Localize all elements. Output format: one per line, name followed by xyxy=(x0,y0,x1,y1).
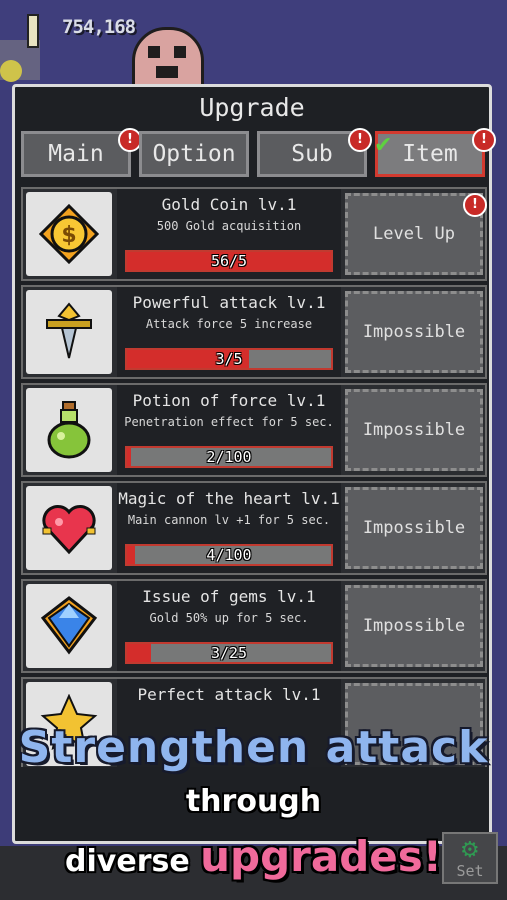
item-name: Potion of force lv.1 xyxy=(132,391,326,410)
svg-text:$: $ xyxy=(61,223,76,248)
tab-label: Sub xyxy=(291,141,333,167)
alert-badge-icon: ! xyxy=(463,193,487,217)
tab-bar: Main ! Option Sub ! ✔ Item ! xyxy=(21,128,496,179)
promo-line-3a: diverse xyxy=(65,844,201,879)
tab-option[interactable]: Option xyxy=(139,131,249,177)
upgrade-row-powerful-attack: Powerful attack lv.1 Attack force 5 incr… xyxy=(21,285,487,379)
item-description: Gold 50% up for 5 sec. xyxy=(149,611,309,625)
gem-icon xyxy=(40,596,98,655)
item-name: Gold Coin lv.1 xyxy=(161,195,297,214)
upgrade-list[interactable]: $ Gold Coin lv.1 500 Gold acquisition 56… xyxy=(21,187,487,767)
gold-coin-icon: $ xyxy=(39,204,99,264)
progress-bar: 4/100 xyxy=(125,544,333,566)
alert-badge-icon: ! xyxy=(348,128,372,152)
sword-icon xyxy=(46,302,92,359)
progress-text: 56/5 xyxy=(210,252,248,270)
impossible-button[interactable]: Impossible xyxy=(345,487,483,569)
progress-text: 2/100 xyxy=(206,448,252,466)
item-description: Attack force 5 increase xyxy=(145,317,313,331)
progress-bar: 3/5 xyxy=(125,348,333,370)
potion-icon xyxy=(47,401,91,459)
promo-line-3b: upgrades! xyxy=(200,832,442,881)
tab-label: Option xyxy=(152,141,236,167)
impossible-button[interactable]: Impossible xyxy=(345,585,483,667)
upgrade-row-potion-of-force: Potion of force lv.1 Penetration effect … xyxy=(21,383,487,477)
tab-main[interactable]: Main ! xyxy=(21,128,142,177)
impossible-button[interactable]: Impossible xyxy=(345,389,483,471)
item-description: 500 Gold acquisition xyxy=(156,219,302,233)
alert-badge-icon: ! xyxy=(472,128,496,152)
item-name: Issue of gems lv.1 xyxy=(142,587,316,606)
item-name: Powerful attack lv.1 xyxy=(132,293,326,312)
item-thumbnail xyxy=(26,486,112,570)
item-info: Powerful attack lv.1 Attack force 5 incr… xyxy=(117,287,341,377)
progress-text: 3/5 xyxy=(215,350,243,368)
progress-text: 3/25 xyxy=(210,644,248,662)
score-counter: 754,168 xyxy=(62,16,136,38)
item-info: Potion of force lv.1 Penetration effect … xyxy=(117,385,341,475)
progress-bar: 2/100 xyxy=(125,446,333,468)
tab-sub[interactable]: Sub ! xyxy=(257,128,372,177)
promo-line-3: diverse upgrades! xyxy=(0,832,507,881)
score-icon xyxy=(27,14,39,48)
item-thumbnail xyxy=(26,584,112,668)
progress-bar: 56/5 xyxy=(125,250,333,272)
progress-bar: 3/25 xyxy=(125,642,333,664)
tab-label: Main xyxy=(48,141,104,167)
check-icon: ✔ xyxy=(374,133,393,158)
upgrade-row-gold-coin: $ Gold Coin lv.1 500 Gold acquisition 56… xyxy=(21,187,487,281)
promo-line-1: Strengthen attack xyxy=(18,722,489,773)
item-info: Gold Coin lv.1 500 Gold acquisition 56/5 xyxy=(117,189,341,279)
tab-label: Item xyxy=(402,141,458,167)
game-background xyxy=(0,0,507,90)
item-info: Issue of gems lv.1 Gold 50% up for 5 sec… xyxy=(117,581,341,671)
panel-title: Upgrade xyxy=(199,93,305,122)
orb-decoration xyxy=(0,60,22,82)
heart-icon xyxy=(42,505,96,555)
item-name: Perfect attack lv.1 xyxy=(137,685,321,704)
upgrade-row-magic-of-the-heart: Magic of the heart lv.1 Main cannon lv +… xyxy=(21,481,487,575)
item-info: Magic of the heart lv.1 Main cannon lv +… xyxy=(117,483,341,573)
upgrade-row-issue-of-gems: Issue of gems lv.1 Gold 50% up for 5 sec… xyxy=(21,579,487,673)
tab-item[interactable]: ✔ Item ! xyxy=(374,128,496,177)
item-description: Main cannon lv +1 for 5 sec. xyxy=(127,513,331,527)
promo-banner: Strengthen attack through diverse upgrad… xyxy=(0,716,507,900)
impossible-button[interactable]: Impossible xyxy=(345,291,483,373)
item-description: Penetration effect for 5 sec. xyxy=(124,415,334,429)
item-thumbnail xyxy=(26,290,112,374)
item-thumbnail xyxy=(26,388,112,472)
progress-text: 4/100 xyxy=(206,546,252,564)
item-name: Magic of the heart lv.1 xyxy=(118,489,340,508)
item-thumbnail: $ xyxy=(26,192,112,276)
promo-line-2: through xyxy=(185,784,322,819)
